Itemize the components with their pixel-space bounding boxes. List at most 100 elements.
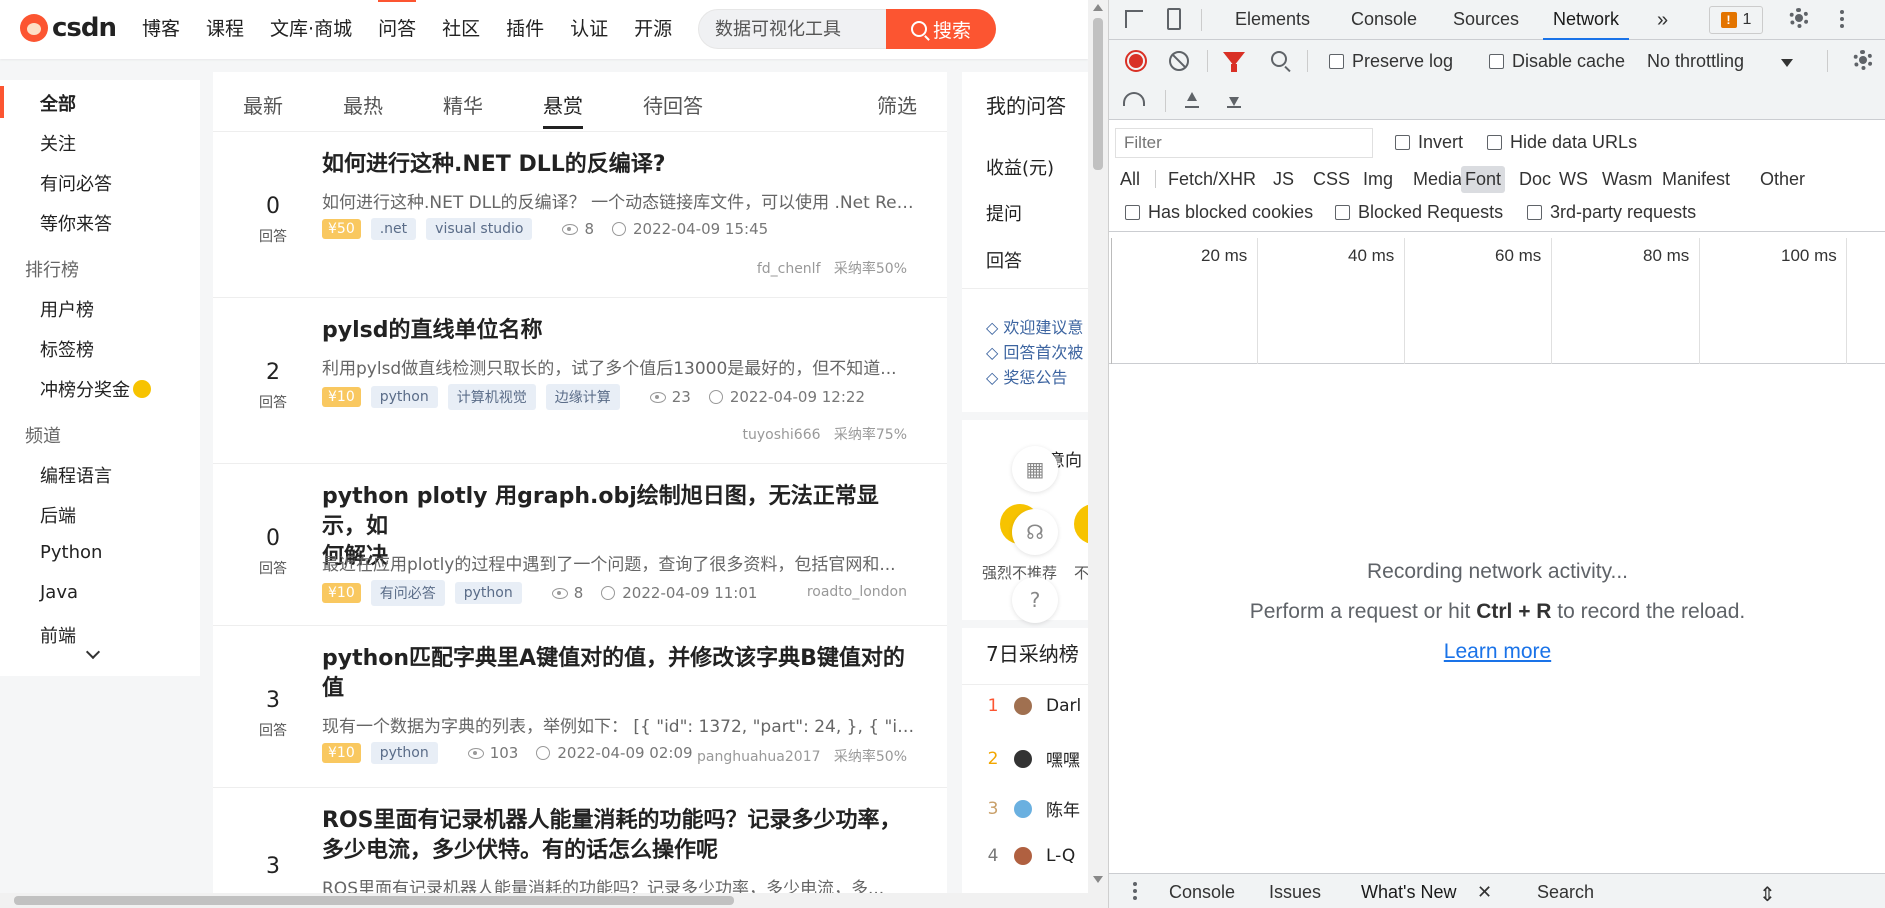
scroll-down-icon[interactable]: [1093, 876, 1103, 883]
blocked-cookies-checkbox[interactable]: Has blocked cookies: [1125, 202, 1313, 223]
network-conditions-icon[interactable]: [1123, 92, 1145, 106]
tab-latest[interactable]: 最新: [243, 90, 283, 119]
search-input[interactable]: [715, 17, 880, 38]
clear-icon[interactable]: [1169, 51, 1189, 71]
preserve-log-checkbox[interactable]: Preserve log: [1329, 51, 1453, 72]
question-title[interactable]: pylsd的直线单位名称: [322, 316, 922, 346]
headset-icon[interactable]: ☊: [1012, 509, 1058, 555]
sidebar-item-wait-answer[interactable]: 等你来答: [40, 210, 112, 236]
sidebar-item-user-rank[interactable]: 用户榜: [40, 296, 94, 322]
type-ws[interactable]: WS: [1555, 166, 1592, 193]
rank-row[interactable]: 2 嘿嘿: [986, 746, 1080, 772]
chevron-down-icon[interactable]: [85, 644, 101, 660]
nav-blog[interactable]: 博客: [142, 0, 180, 59]
author-name[interactable]: panghuahua2017: [697, 749, 821, 765]
issues-badge[interactable]: ! 1: [1709, 6, 1763, 34]
sidebar-item-follow[interactable]: 关注: [40, 130, 76, 156]
tag[interactable]: python: [370, 386, 438, 408]
tag[interactable]: 有问必答: [370, 580, 445, 606]
type-js[interactable]: JS: [1269, 166, 1298, 193]
sidebar-item-frontend[interactable]: 前端: [40, 622, 76, 648]
sidebar-item-tag-rank[interactable]: 标签榜: [40, 336, 94, 362]
question-title[interactable]: python匹配字典里A键值对的值，并修改该字典B键值对的值: [322, 644, 922, 704]
question-title[interactable]: 如何进行这种.NET DLL的反编译?: [322, 150, 922, 180]
more-options-icon[interactable]: [1840, 17, 1844, 21]
dropdown-arrow-icon[interactable]: [1781, 59, 1793, 67]
export-har-icon[interactable]: [1227, 92, 1241, 108]
device-toggle-icon[interactable]: [1167, 8, 1181, 30]
tab-hot[interactable]: 最热: [343, 90, 383, 119]
question-item[interactable]: 0 回答 python plotly 用graph.obj绘制旭日图，无法正常显…: [213, 464, 947, 626]
tag[interactable]: python: [370, 742, 438, 764]
drawer-tab-search[interactable]: Search: [1537, 882, 1594, 903]
sidebar-item-bonus[interactable]: 冲榜分奖金: [40, 376, 151, 402]
tag[interactable]: 边缘计算: [545, 384, 620, 410]
third-party-checkbox[interactable]: 3rd-party requests: [1527, 202, 1696, 223]
tab-network[interactable]: Network: [1542, 9, 1630, 40]
type-wasm[interactable]: Wasm: [1598, 166, 1656, 193]
nav-library[interactable]: 文库·商城: [270, 0, 352, 59]
type-doc[interactable]: Doc: [1515, 166, 1555, 193]
question-title[interactable]: ROS里面有记录机器人能量消耗的功能吗？记录多少功率， 多少电流，多少伏特。有的话…: [322, 806, 922, 866]
vertical-scrollbar[interactable]: [1088, 0, 1108, 908]
nav-certification[interactable]: 认证: [570, 0, 608, 59]
link-suggestions[interactable]: ◇ 欢迎建议意: [986, 314, 1083, 338]
rank-row[interactable]: 1 Darl: [986, 696, 1082, 716]
tab-elements[interactable]: Elements: [1235, 9, 1310, 30]
type-img[interactable]: Img: [1359, 166, 1397, 193]
tab-sources[interactable]: Sources: [1453, 9, 1519, 30]
question-item[interactable]: 2 回答 pylsd的直线单位名称 利用pylsd做直线检测只取长的，试了多个值…: [213, 298, 947, 464]
type-media[interactable]: Media: [1409, 166, 1466, 193]
type-font[interactable]: Font: [1461, 166, 1506, 193]
tab-bounty[interactable]: 悬赏: [543, 90, 583, 129]
inspect-icon[interactable]: [1125, 10, 1143, 28]
type-manifest[interactable]: Manifest: [1658, 166, 1734, 193]
nav-community[interactable]: 社区: [442, 0, 480, 59]
author-name[interactable]: fd_chenlf: [757, 261, 821, 277]
question-item[interactable]: 3 ROS里面有记录机器人能量消耗的功能吗？记录多少功率， 多少电流，多少伏特。有…: [213, 788, 947, 908]
tag[interactable]: python: [454, 582, 522, 604]
help-icon[interactable]: ?: [1012, 577, 1058, 623]
close-icon[interactable]: ✕: [1477, 882, 1492, 903]
settings-gear-icon[interactable]: [1789, 8, 1809, 28]
link-rewards[interactable]: ◇ 奖惩公告: [986, 364, 1067, 388]
filter-input[interactable]: [1115, 128, 1373, 158]
answered-label[interactable]: 回答: [986, 247, 1022, 273]
drawer-tab-issues[interactable]: Issues: [1269, 882, 1321, 903]
nav-plugins[interactable]: 插件: [506, 0, 544, 59]
question-item[interactable]: 0 回答 如何进行这种.NET DLL的反编译? 如何进行这种.NET DLL的…: [213, 132, 947, 298]
qrcode-icon[interactable]: ▦: [1012, 446, 1058, 492]
tab-unanswered[interactable]: 待回答: [643, 90, 703, 119]
timeline-overview[interactable]: 20 ms 40 ms 60 ms 80 ms 100 ms: [1109, 238, 1885, 364]
emoji-not-recommend[interactable]: [1074, 504, 1088, 544]
question-item[interactable]: 3 回答 python匹配字典里A键值对的值，并修改该字典B键值对的值 现有一个…: [213, 626, 947, 788]
nav-qa[interactable]: 问答: [378, 0, 417, 59]
asked-label[interactable]: 提问: [986, 200, 1022, 226]
drawer-tab-console[interactable]: Console: [1169, 882, 1235, 903]
tag[interactable]: 计算机视觉: [447, 384, 536, 410]
scrollbar-thumb[interactable]: [14, 896, 734, 905]
network-settings-gear-icon[interactable]: [1853, 50, 1873, 70]
scrollbar-thumb[interactable]: [1093, 18, 1103, 170]
author-name[interactable]: roadto_london: [807, 584, 907, 600]
nav-courses[interactable]: 课程: [206, 0, 244, 59]
csdn-logo[interactable]: csdn: [20, 13, 117, 43]
rank-row[interactable]: 4 L-Q: [986, 846, 1076, 866]
scroll-up-icon[interactable]: [1093, 4, 1103, 11]
import-har-icon[interactable]: [1185, 92, 1199, 108]
type-css[interactable]: CSS: [1309, 166, 1354, 193]
horizontal-scrollbar[interactable]: [0, 893, 1088, 908]
hide-data-urls-checkbox[interactable]: Hide data URLs: [1487, 132, 1637, 153]
tag[interactable]: .net: [370, 218, 417, 240]
drawer-tab-whats-new[interactable]: What's New: [1361, 882, 1456, 903]
tag[interactable]: visual studio: [426, 218, 533, 240]
filter-button[interactable]: 筛选: [877, 90, 917, 119]
type-other[interactable]: Other: [1756, 166, 1809, 193]
sidebar-item-backend[interactable]: 后端: [40, 502, 76, 528]
nav-opensource[interactable]: 开源: [634, 0, 672, 59]
throttling-select[interactable]: No throttling: [1647, 51, 1744, 72]
tab-featured[interactable]: 精华: [443, 90, 483, 119]
sidebar-item-python[interactable]: Python: [40, 542, 102, 563]
link-first-answer[interactable]: ◇ 回答首次被: [986, 339, 1083, 363]
filter-icon[interactable]: [1223, 52, 1245, 72]
